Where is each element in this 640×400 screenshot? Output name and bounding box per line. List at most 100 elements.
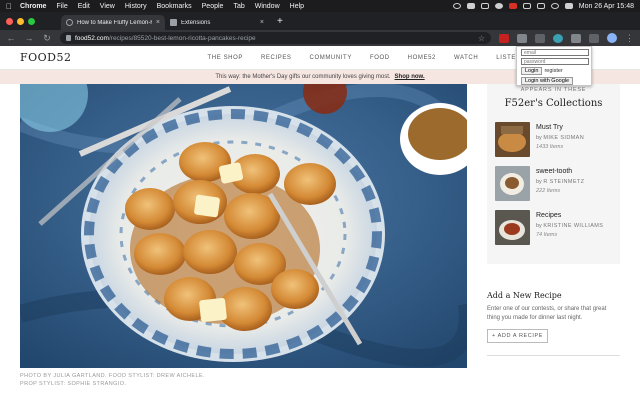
tab-extensions[interactable]: Extensions × — [165, 15, 269, 30]
menu-history[interactable]: History — [125, 3, 147, 10]
add-recipe-section: Add a New Recipe Enter one of our contes… — [487, 291, 620, 343]
collection-name[interactable]: Must Try — [536, 124, 584, 131]
photo-credit-line: PROP STYLIST: SOPHIE STRANGIO. — [20, 381, 127, 387]
extension-dark-icon[interactable] — [535, 33, 545, 43]
collection-thumbnail[interactable] — [495, 122, 530, 157]
nav-community[interactable]: COMMUNITY — [310, 55, 352, 61]
collection-name[interactable]: sweet-tooth — [536, 168, 584, 175]
nav-home52[interactable]: HOME52 — [408, 55, 436, 61]
collection-thumbnail[interactable] — [495, 166, 530, 201]
tab-recipe[interactable]: How to Make Fluffy Lemon-Ric × — [61, 15, 165, 30]
add-recipe-body: Enter one of our contests, or share that… — [487, 306, 607, 321]
chrome-menu-icon[interactable]: ⋮ — [625, 33, 634, 44]
collection-count: 1433 Items — [536, 144, 564, 150]
search-icon[interactable] — [550, 3, 559, 9]
collections-title: F52er's Collections — [504, 98, 603, 109]
menu-tab[interactable]: Tab — [233, 3, 244, 10]
close-tab-icon[interactable]: × — [156, 19, 160, 26]
nav-recipes[interactable]: RECIPES — [261, 55, 292, 61]
tab-title: How to Make Fluffy Lemon-Ric — [77, 19, 152, 26]
collection-item[interactable]: Recipes by Kristine Williams 74 Items — [495, 210, 615, 245]
lock-icon[interactable] — [66, 35, 71, 41]
extensions-puzzle-icon[interactable] — [589, 33, 599, 43]
url-path: /recipes/85520-best-lemon-ricotta-pancak… — [108, 34, 256, 42]
banner-text: This way: the Mother's Day gifts our com… — [215, 74, 391, 80]
back-arrow-icon[interactable]: ← — [6, 33, 16, 43]
extension-pencil-icon[interactable] — [571, 33, 581, 43]
zoom-window-button[interactable] — [28, 17, 35, 25]
bookmark-star-icon[interactable]: ☆ — [478, 34, 485, 43]
menu-people[interactable]: People — [202, 3, 224, 10]
menubar-clock[interactable]: Mon 26 Apr 15:48 — [579, 3, 634, 10]
login-button[interactable]: Login — [521, 67, 543, 75]
photo-credit-line: PHOTO BY JULIA GARTLAND. FOOD STYLIST: D… — [20, 373, 205, 379]
menu-bookmarks[interactable]: Bookmarks — [157, 3, 192, 10]
add-recipe-button[interactable]: + ADD A RECIPE — [487, 329, 549, 343]
collection-by-prefix: by — [536, 135, 542, 141]
add-recipe-title: Add a New Recipe — [487, 291, 562, 300]
collection-item[interactable]: Must Try by Mike Sidman 1433 Items — [495, 122, 615, 157]
extension-teal-icon[interactable] — [553, 33, 563, 43]
profile-avatar[interactable] — [607, 33, 617, 43]
reload-icon[interactable]: ↻ — [42, 33, 52, 44]
close-window-button[interactable] — [6, 17, 13, 25]
address-bar[interactable]: food52.com/recipes/85520-best-lemon-rico… — [60, 32, 491, 44]
minimize-window-button[interactable] — [17, 17, 24, 25]
menubar-status-area: Mon 26 Apr 15:48 — [452, 3, 634, 10]
battery-icon[interactable] — [536, 3, 545, 9]
collection-author[interactable]: Kristine Williams — [543, 223, 603, 229]
status-record-icon[interactable] — [508, 3, 517, 9]
tab-title: Extensions — [181, 19, 211, 26]
collection-count: 222 Items — [536, 188, 561, 194]
collection-author[interactable]: R Steinmetz — [543, 179, 584, 185]
url-host: food52.com — [75, 34, 109, 42]
google-login-button[interactable]: Login with Google — [521, 77, 574, 85]
password-input[interactable] — [521, 58, 589, 65]
menu-help[interactable]: Help — [290, 3, 304, 10]
menu-view[interactable]: View — [100, 3, 115, 10]
extension-red-icon[interactable] — [499, 33, 509, 43]
macos-menubar:  Chrome File Edit View History Bookmark… — [0, 0, 640, 12]
nav-watch[interactable]: WATCH — [454, 55, 478, 61]
collections-panel: APPEARS IN THESE F52er's Collections Mus… — [487, 84, 620, 264]
wifi-icon[interactable] — [522, 3, 531, 9]
menu-edit[interactable]: Edit — [78, 3, 90, 10]
apple-icon[interactable]:  — [6, 2, 12, 11]
collection-by-prefix: by — [536, 179, 542, 185]
status-dot-icon[interactable] — [494, 3, 503, 9]
pancake-photo-illustration — [20, 84, 467, 368]
close-tab-icon[interactable]: × — [260, 19, 264, 26]
login-row: Login register — [521, 67, 587, 75]
email-input[interactable] — [521, 49, 589, 56]
photo-credit: PHOTO BY JULIA GARTLAND. FOOD STYLIST: D… — [20, 372, 467, 388]
forward-arrow-icon[interactable]: → — [24, 33, 34, 43]
site-logo[interactable]: FOOD52 — [20, 51, 72, 64]
recipe-hero-photo — [20, 84, 467, 368]
control-center-icon[interactable] — [564, 3, 573, 9]
puzzle-icon — [170, 19, 177, 26]
collection-thumbnail[interactable] — [495, 210, 530, 245]
collection-author[interactable]: Mike Sidman — [543, 135, 584, 141]
browser-tab-strip: How to Make Fluffy Lemon-Ric × Extension… — [0, 12, 640, 30]
menu-window[interactable]: Window — [255, 3, 280, 10]
collection-by-prefix: by — [536, 223, 542, 229]
collection-count: 74 Items — [536, 232, 558, 238]
new-tab-button[interactable]: + — [269, 16, 291, 27]
nav-the-shop[interactable]: THE SHOP — [208, 55, 243, 61]
menu-app[interactable]: Chrome — [20, 3, 46, 10]
collection-name[interactable]: Recipes — [536, 212, 603, 219]
status-display-icon[interactable] — [480, 3, 489, 9]
register-link[interactable]: register — [544, 68, 562, 74]
banner-shop-link[interactable]: Shop now. — [395, 74, 425, 80]
extension-grey-icon[interactable] — [517, 33, 527, 43]
menu-file[interactable]: File — [56, 3, 67, 10]
browser-toolbar: ← → ↻ food52.com/recipes/85520-best-lemo… — [0, 30, 640, 46]
sidebar-divider — [487, 355, 620, 356]
window-controls — [6, 17, 35, 25]
status-box-icon[interactable] — [466, 3, 475, 9]
extension-login-popup: Login register Login with Google — [516, 46, 592, 86]
collection-item[interactable]: sweet-tooth by R Steinmetz 222 Items — [495, 166, 615, 201]
nav-food[interactable]: FOOD — [370, 55, 390, 61]
status-circle-icon[interactable] — [452, 3, 461, 9]
site-nav: THE SHOP RECIPES COMMUNITY FOOD HOME52 W… — [208, 55, 521, 61]
